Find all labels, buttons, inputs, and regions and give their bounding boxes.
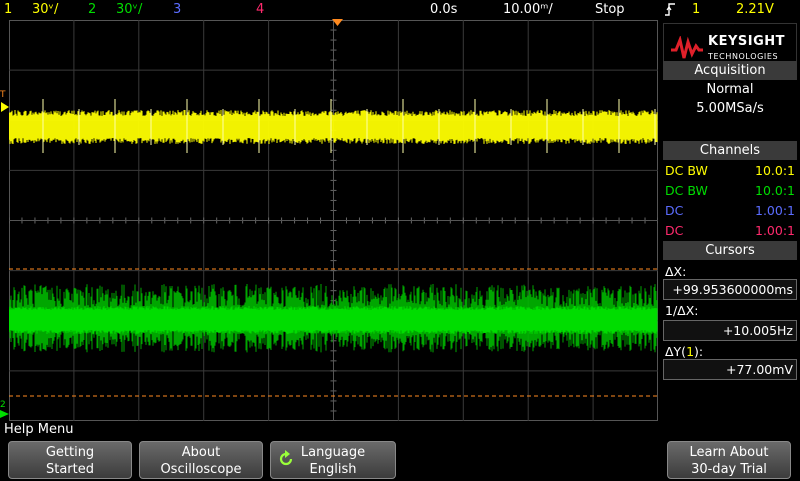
cursors-header[interactable]: Cursors bbox=[663, 241, 797, 260]
cycle-arrow-icon bbox=[279, 450, 293, 466]
trigger-level-marker[interactable]: T bbox=[0, 90, 9, 114]
trigger-position-marker[interactable] bbox=[332, 19, 343, 27]
time-scale[interactable]: 10.00ᵐ/ bbox=[503, 0, 553, 20]
status-bar: 1 30ᵛ/ 2 30ᵛ/ 3 4 0.0s 10.00ᵐ/ Stop 1 2.… bbox=[0, 0, 800, 20]
time-offset[interactable]: 0.0s bbox=[430, 0, 457, 20]
graticule bbox=[9, 20, 658, 421]
getting-started-button[interactable]: Getting Started bbox=[8, 441, 132, 479]
ch3-number[interactable]: 3 bbox=[173, 0, 181, 20]
channel-row-4[interactable]: DC 1.00:1 bbox=[663, 221, 797, 240]
acquisition-header[interactable]: Acquisition bbox=[663, 61, 797, 80]
language-button[interactable]: Language English bbox=[270, 441, 396, 479]
right-panel: KEYSIGHT TECHNOLOGIES Acquisition Normal… bbox=[660, 20, 800, 421]
delta-y-value: +77.00mV bbox=[663, 359, 797, 380]
delta-x-value: +99.953600000ms bbox=[663, 279, 797, 300]
inverse-delta-x-label: 1/ΔX: bbox=[665, 303, 699, 318]
channel-2-trace-core bbox=[9, 306, 658, 334]
ch1-scale[interactable]: 30ᵛ/ bbox=[32, 0, 58, 20]
sample-rate: 5.00MSa/s bbox=[696, 101, 764, 116]
learn-about-trial-button[interactable]: Learn About 30-day Trial bbox=[667, 441, 791, 479]
inverse-delta-x-value: +10.005Hz bbox=[663, 320, 797, 341]
waveform-display[interactable] bbox=[9, 20, 658, 421]
acquisition-info: Normal 5.00MSa/s bbox=[663, 80, 797, 142]
channel-row-2[interactable]: DC BW 10.0:1 bbox=[663, 181, 797, 200]
help-menu-title: Help Menu bbox=[0, 421, 800, 439]
about-oscilloscope-button[interactable]: About Oscilloscope bbox=[139, 441, 263, 479]
channel-row-1[interactable]: DC BW 10.0:1 bbox=[663, 161, 797, 180]
softkey-bar: Getting Started About Oscilloscope Languag… bbox=[0, 439, 800, 481]
channels-header[interactable]: Channels bbox=[663, 141, 797, 160]
ch2-ground-marker[interactable]: 2 bbox=[0, 400, 9, 420]
channel-row-3[interactable]: DC 1.00:1 bbox=[663, 201, 797, 220]
ch1-number[interactable]: 1 bbox=[4, 0, 12, 20]
acquisition-mode: Normal bbox=[706, 82, 754, 97]
keysight-wave-icon bbox=[671, 36, 703, 59]
trigger-channel[interactable]: 1 bbox=[692, 0, 700, 20]
ch2-number[interactable]: 2 bbox=[88, 0, 96, 20]
brand-name: KEYSIGHT bbox=[708, 34, 785, 49]
trigger-level[interactable]: 2.21V bbox=[736, 0, 774, 20]
ch4-number[interactable]: 4 bbox=[256, 0, 264, 20]
run-state[interactable]: Stop bbox=[595, 0, 625, 20]
ch2-scale[interactable]: 30ᵛ/ bbox=[116, 0, 142, 20]
brand-tagline: TECHNOLOGIES bbox=[708, 52, 779, 61]
